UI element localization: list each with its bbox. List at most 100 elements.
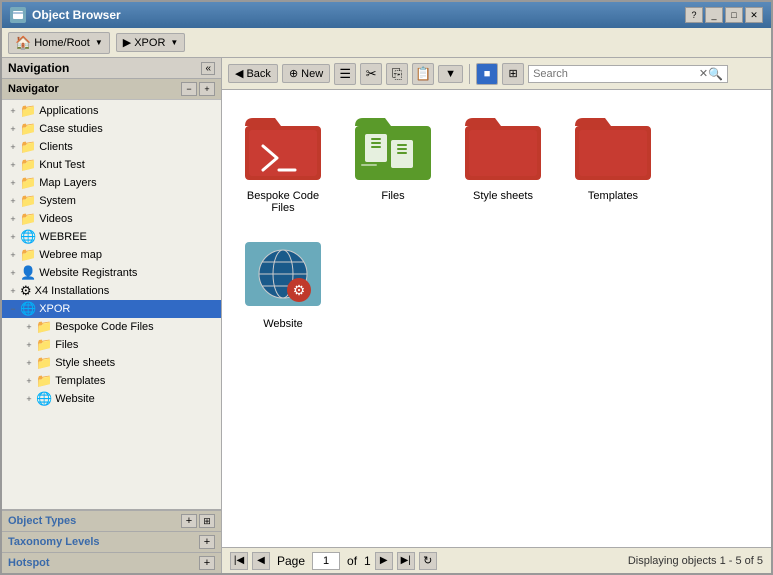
tree-label: X4 Installations	[35, 285, 110, 297]
tree-item-webree-map[interactable]: + 📁 Webree map	[2, 246, 221, 264]
files-label: Files	[381, 190, 404, 202]
navigator-expand-button[interactable]: +	[199, 82, 215, 96]
cut-button[interactable]: ✂	[360, 63, 382, 85]
tree-label: Clients	[39, 141, 73, 153]
object-types-add-button[interactable]: +	[181, 514, 197, 528]
status-bar: |◀ ◀ Page of 1 ▶ ▶| ↻ Displaying objects…	[222, 547, 771, 573]
hotspot-panel: Hotspot +	[2, 552, 221, 573]
search-clear-button[interactable]: ✕	[699, 67, 708, 80]
address-bar: 🏠 Home/Root ▼ ▶ XPOR ▼	[2, 28, 771, 58]
expand-icon: +	[22, 322, 36, 332]
next-page-button[interactable]: ▶	[375, 552, 393, 570]
prev-page-button[interactable]: ◀	[252, 552, 270, 570]
website-icon: ⚙	[243, 234, 323, 314]
tree-item-xpor[interactable]: − 🌐 XPOR	[2, 300, 221, 318]
tree-label: Videos	[39, 213, 72, 225]
taxonomy-header[interactable]: Taxonomy Levels +	[2, 532, 221, 552]
folder-icon: 📁	[36, 319, 52, 335]
sidebar-toggle-button[interactable]: «	[201, 62, 215, 75]
hotspot-title: Hotspot	[8, 557, 50, 569]
object-types-panel: Object Types + ⊞	[2, 510, 221, 531]
tree-item-webree[interactable]: + 🌐 WEBREE	[2, 228, 221, 246]
grid-item-website[interactable]: ⚙ Website	[238, 234, 328, 330]
paste-dropdown-button[interactable]: ▼	[438, 65, 463, 83]
tree-area: + 📁 Applications + 📁 Case studies + 📁 Cl…	[2, 100, 221, 509]
tree-item-templates[interactable]: + 📁 Templates	[18, 372, 221, 390]
home-button[interactable]: 🏠 Home/Root ▼	[8, 32, 110, 54]
expand-icon: +	[6, 142, 20, 152]
pagination: |◀ ◀ Page of 1 ▶ ▶| ↻	[230, 552, 437, 570]
grid-item-bespoke[interactable]: Bespoke CodeFiles	[238, 106, 328, 214]
tree-label: Knut Test	[39, 159, 85, 171]
person-icon: 👤	[20, 265, 36, 281]
hotspot-add-button[interactable]: +	[199, 556, 215, 570]
tree-item-knut-test[interactable]: + 📁 Knut Test	[2, 156, 221, 174]
copy-button[interactable]: ⎘	[386, 63, 408, 85]
folder-icon: 📁	[20, 139, 36, 155]
grid-item-files[interactable]: Files	[348, 106, 438, 214]
tree-label: XPOR	[39, 303, 70, 315]
xpor-dropdown-icon: ▼	[170, 38, 178, 47]
paste-icon: 📋	[415, 66, 431, 82]
search-box: ✕ 🔍	[528, 65, 728, 83]
tree-item-system[interactable]: + 📁 System	[2, 192, 221, 210]
website-label: Website	[263, 318, 303, 330]
page-label: Page	[277, 554, 305, 568]
tree-item-files[interactable]: + 📁 Files	[18, 336, 221, 354]
object-types-settings-button[interactable]: ⊞	[199, 514, 215, 528]
back-icon: ◀	[235, 67, 243, 80]
title-bar: Object Browser ? _ □ ✕	[2, 2, 771, 28]
icon-view-icon: ■	[484, 68, 491, 80]
tree-item-videos[interactable]: + 📁 Videos	[2, 210, 221, 228]
list-view-button[interactable]: ☰	[334, 63, 356, 85]
icon-view-button[interactable]: ■	[476, 63, 498, 85]
tree-item-x4-installations[interactable]: + ⚙ X4 Installations	[2, 282, 221, 300]
object-types-header[interactable]: Object Types + ⊞	[2, 511, 221, 531]
forward-icon: ▶	[123, 36, 131, 49]
xpor-children: + 📁 Bespoke Code Files + 📁 Files + 📁 Sty…	[2, 318, 221, 408]
tree-item-map-layers[interactable]: + 📁 Map Layers	[2, 174, 221, 192]
help-button[interactable]: ?	[685, 7, 703, 23]
svg-text:⚙: ⚙	[293, 282, 306, 298]
refresh-button[interactable]: ↻	[419, 552, 437, 570]
tree-label: Bespoke Code Files	[55, 321, 153, 333]
grid-item-stylesheets[interactable]: Style sheets	[458, 106, 548, 214]
display-status: Displaying objects 1 - 5 of 5	[628, 555, 763, 567]
tree-item-case-studies[interactable]: + 📁 Case studies	[2, 120, 221, 138]
back-button[interactable]: ◀ Back	[228, 64, 278, 83]
xpor-label: XPOR	[134, 37, 165, 49]
minimize-button[interactable]: _	[705, 7, 723, 23]
window-title: Object Browser	[32, 8, 121, 22]
back-label: Back	[246, 68, 270, 80]
search-icon: 🔍	[708, 67, 723, 81]
list-icon: ☰	[339, 66, 351, 82]
hotspot-header[interactable]: Hotspot +	[2, 553, 221, 573]
settings-icon: ⚙	[20, 283, 32, 299]
tree-item-clients[interactable]: + 📁 Clients	[2, 138, 221, 156]
grid-view-button[interactable]: ⊞	[502, 63, 524, 85]
xpor-button[interactable]: ▶ XPOR ▼	[116, 33, 186, 52]
taxonomy-add-button[interactable]: +	[199, 535, 215, 549]
last-page-button[interactable]: ▶|	[397, 552, 415, 570]
tree-item-applications[interactable]: + 📁 Applications	[2, 102, 221, 120]
folder-icon: 📁	[36, 355, 52, 371]
search-input[interactable]	[533, 68, 699, 80]
navigator-minimize-button[interactable]: −	[181, 82, 197, 96]
tree-item-website[interactable]: + 🌐 Website	[18, 390, 221, 408]
tree-item-website-registrants[interactable]: + 👤 Website Registrants	[2, 264, 221, 282]
paste-button[interactable]: 📋	[412, 63, 434, 85]
new-button[interactable]: ⊕ New	[282, 64, 330, 83]
expand-icon: +	[6, 178, 20, 188]
first-page-button[interactable]: |◀	[230, 552, 248, 570]
total-pages: 1	[364, 554, 371, 568]
maximize-button[interactable]: □	[725, 7, 743, 23]
tree-item-bespoke[interactable]: + 📁 Bespoke Code Files	[18, 318, 221, 336]
stylesheets-label: Style sheets	[473, 190, 533, 202]
close-button[interactable]: ✕	[745, 7, 763, 23]
bespoke-icon	[243, 106, 323, 186]
page-number-input[interactable]	[312, 552, 340, 570]
grid-item-templates[interactable]: Templates	[568, 106, 658, 214]
main-area: Navigation « Navigator − + + 📁 Applicati…	[2, 58, 771, 573]
tree-label: System	[39, 195, 76, 207]
tree-item-stylesheets[interactable]: + 📁 Style sheets	[18, 354, 221, 372]
